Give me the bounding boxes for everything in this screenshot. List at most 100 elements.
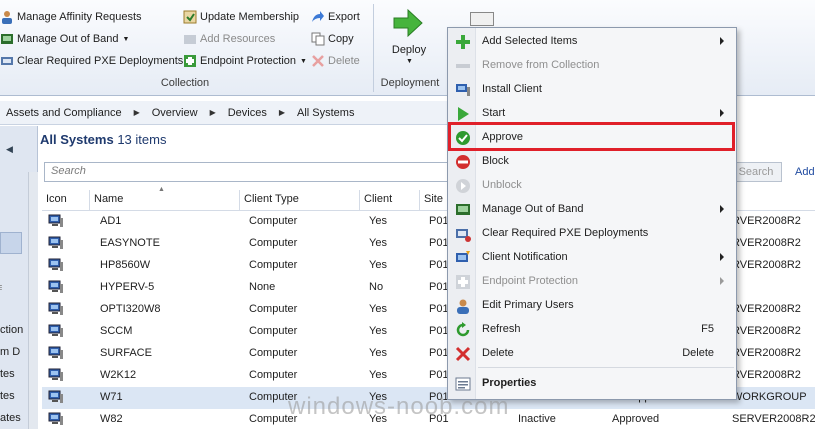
nav-fragment[interactable]: ates bbox=[0, 412, 21, 424]
cell-name: AD1 bbox=[100, 215, 122, 227]
deploy-arrow-icon bbox=[392, 8, 424, 38]
cell-name: HYPERV-5 bbox=[100, 281, 155, 293]
menu-item-delete[interactable]: Delete Delete bbox=[448, 342, 736, 366]
nav-scroll-thumb-icon: ≡ bbox=[0, 282, 2, 294]
endpoint-protection-button[interactable]: Endpoint Protection ▼ bbox=[183, 52, 307, 70]
submenu-arrow-icon bbox=[720, 37, 724, 45]
update-membership-button[interactable]: Update Membership bbox=[183, 8, 299, 26]
menu-item-client-notification[interactable]: Client Notification bbox=[448, 246, 736, 270]
menu-item-label: Add Selected Items bbox=[482, 35, 578, 47]
menu-item-unblock[interactable]: Unblock bbox=[448, 174, 736, 198]
menu-item-block[interactable]: Block bbox=[448, 150, 736, 174]
computer-icon bbox=[48, 236, 64, 250]
menu-item-label: Edit Primary Users bbox=[482, 299, 574, 311]
computer-icon bbox=[48, 258, 64, 272]
cell-client: Yes bbox=[369, 369, 387, 381]
computer-icon bbox=[48, 302, 64, 316]
breadcrumb-assets[interactable]: Assets and Compliance bbox=[0, 107, 128, 119]
cell-domain: RVER2008R2 bbox=[732, 325, 801, 337]
menu-item-refresh[interactable]: Refresh F5 bbox=[448, 318, 736, 342]
cell-site: P01 bbox=[429, 369, 449, 381]
column-header-client-type[interactable]: Client Type bbox=[240, 190, 360, 210]
column-header-client[interactable]: Client bbox=[360, 190, 420, 210]
cell-client-type: Computer bbox=[249, 303, 298, 315]
breadcrumb-all-systems[interactable]: All Systems bbox=[291, 107, 360, 119]
menu-item-shortcut: F5 bbox=[701, 323, 714, 335]
list-header: All Systems 13 items bbox=[40, 132, 460, 156]
cell-client-type: None bbox=[249, 281, 276, 293]
client-notification-icon bbox=[455, 250, 471, 266]
cell-client-type: Computer bbox=[249, 325, 298, 337]
computer-icon bbox=[48, 214, 64, 228]
users-icon bbox=[455, 298, 471, 314]
menu-item-add-selected-items[interactable]: Add Selected Items bbox=[448, 30, 736, 54]
breadcrumb-overview[interactable]: Overview bbox=[146, 107, 204, 119]
chevron-down-icon: ▼ bbox=[300, 57, 307, 65]
nav-scrollbar[interactable] bbox=[28, 172, 38, 429]
cell-client: Yes bbox=[369, 347, 387, 359]
cell-client: Yes bbox=[369, 215, 387, 227]
add-resources-button[interactable]: Add Resources bbox=[183, 30, 275, 48]
cell-name: SCCM bbox=[100, 325, 133, 337]
menu-separator bbox=[478, 367, 734, 368]
nav-selected-node[interactable] bbox=[0, 232, 22, 254]
add-criteria-link[interactable]: Add bbox=[795, 166, 815, 178]
collapse-arrow-icon[interactable]: ◀ bbox=[6, 144, 13, 155]
menu-item-install-client[interactable]: Install Client bbox=[448, 78, 736, 102]
menu-item-label: Delete bbox=[482, 347, 514, 359]
ribbon-separator bbox=[373, 4, 374, 92]
column-header-icon[interactable]: Icon bbox=[42, 190, 90, 210]
submenu-arrow-icon bbox=[720, 205, 724, 213]
chevron-right-icon: ▶ bbox=[133, 108, 140, 117]
approve-highlight-box bbox=[448, 122, 735, 151]
delete-button[interactable]: Delete bbox=[311, 52, 360, 70]
cell-client-type: Computer bbox=[249, 215, 298, 227]
copy-icon bbox=[311, 32, 325, 46]
cell-name: W2K12 bbox=[100, 369, 137, 381]
clear-pxe-button[interactable]: Clear Required PXE Deployments bbox=[0, 52, 183, 70]
nav-fragment[interactable]: m D bbox=[0, 346, 20, 358]
menu-item-label: Properties bbox=[482, 377, 537, 389]
cell-name: SURFACE bbox=[100, 347, 152, 359]
chevron-down-icon: ▼ bbox=[122, 35, 130, 43]
context-menu: Add Selected Items Remove from Collection… bbox=[447, 27, 737, 400]
manage-affinity-requests-button[interactable]: Manage Affinity Requests bbox=[0, 8, 142, 26]
menu-item-endpoint-protection[interactable]: Endpoint Protection bbox=[448, 270, 736, 294]
menu-item-label: Block bbox=[482, 155, 509, 167]
computer-icon bbox=[48, 346, 64, 360]
menu-item-clear-required-pxe-deployments[interactable]: Clear Required PXE Deployments bbox=[448, 222, 736, 246]
nav-fragment[interactable]: ction bbox=[0, 324, 23, 336]
cell-name: EASYNOTE bbox=[100, 237, 160, 249]
nav-fragment[interactable]: tes bbox=[0, 390, 15, 402]
add-icon bbox=[455, 34, 471, 50]
search-button[interactable]: Search bbox=[730, 162, 782, 182]
cell-site: P01 bbox=[429, 259, 449, 271]
cell-domain: RVER2008R2 bbox=[732, 237, 801, 249]
cell-client: No bbox=[369, 281, 384, 293]
copy-button[interactable]: Copy bbox=[311, 30, 354, 48]
menu-item-manage-out-of-band[interactable]: Manage Out of Band bbox=[448, 198, 736, 222]
breadcrumb-devices[interactable]: Devices bbox=[222, 107, 273, 119]
export-button[interactable]: Export bbox=[311, 8, 360, 26]
menu-item-label: Install Client bbox=[482, 83, 542, 95]
properties-ribbon-icon[interactable] bbox=[470, 12, 494, 26]
cell-domain: SERVER2008R2 bbox=[732, 413, 815, 425]
computer-icon bbox=[48, 280, 64, 294]
computer-icon bbox=[48, 368, 64, 382]
nav-fragment[interactable]: tes bbox=[0, 368, 15, 380]
menu-item-remove-from-collection[interactable]: Remove from Collection bbox=[448, 54, 736, 78]
affinity-icon bbox=[0, 10, 14, 24]
sort-ascending-icon: ▲ bbox=[158, 186, 165, 193]
computer-icon bbox=[48, 324, 64, 338]
block-icon bbox=[455, 154, 471, 170]
menu-item-edit-primary-users[interactable]: Edit Primary Users bbox=[448, 294, 736, 318]
start-icon bbox=[455, 106, 471, 122]
column-header-name[interactable]: Name ▲ bbox=[90, 186, 240, 210]
manage-out-of-band-button[interactable]: Manage Out of Band ▼ bbox=[0, 30, 129, 48]
cell-client-type: Computer bbox=[249, 237, 298, 249]
cell-name: OPTI320W8 bbox=[100, 303, 161, 315]
cell-site: P01 bbox=[429, 347, 449, 359]
search-input[interactable]: Search bbox=[44, 162, 448, 182]
deploy-button[interactable]: Deploy ▼ bbox=[380, 6, 438, 68]
cell-client: Yes bbox=[369, 237, 387, 249]
